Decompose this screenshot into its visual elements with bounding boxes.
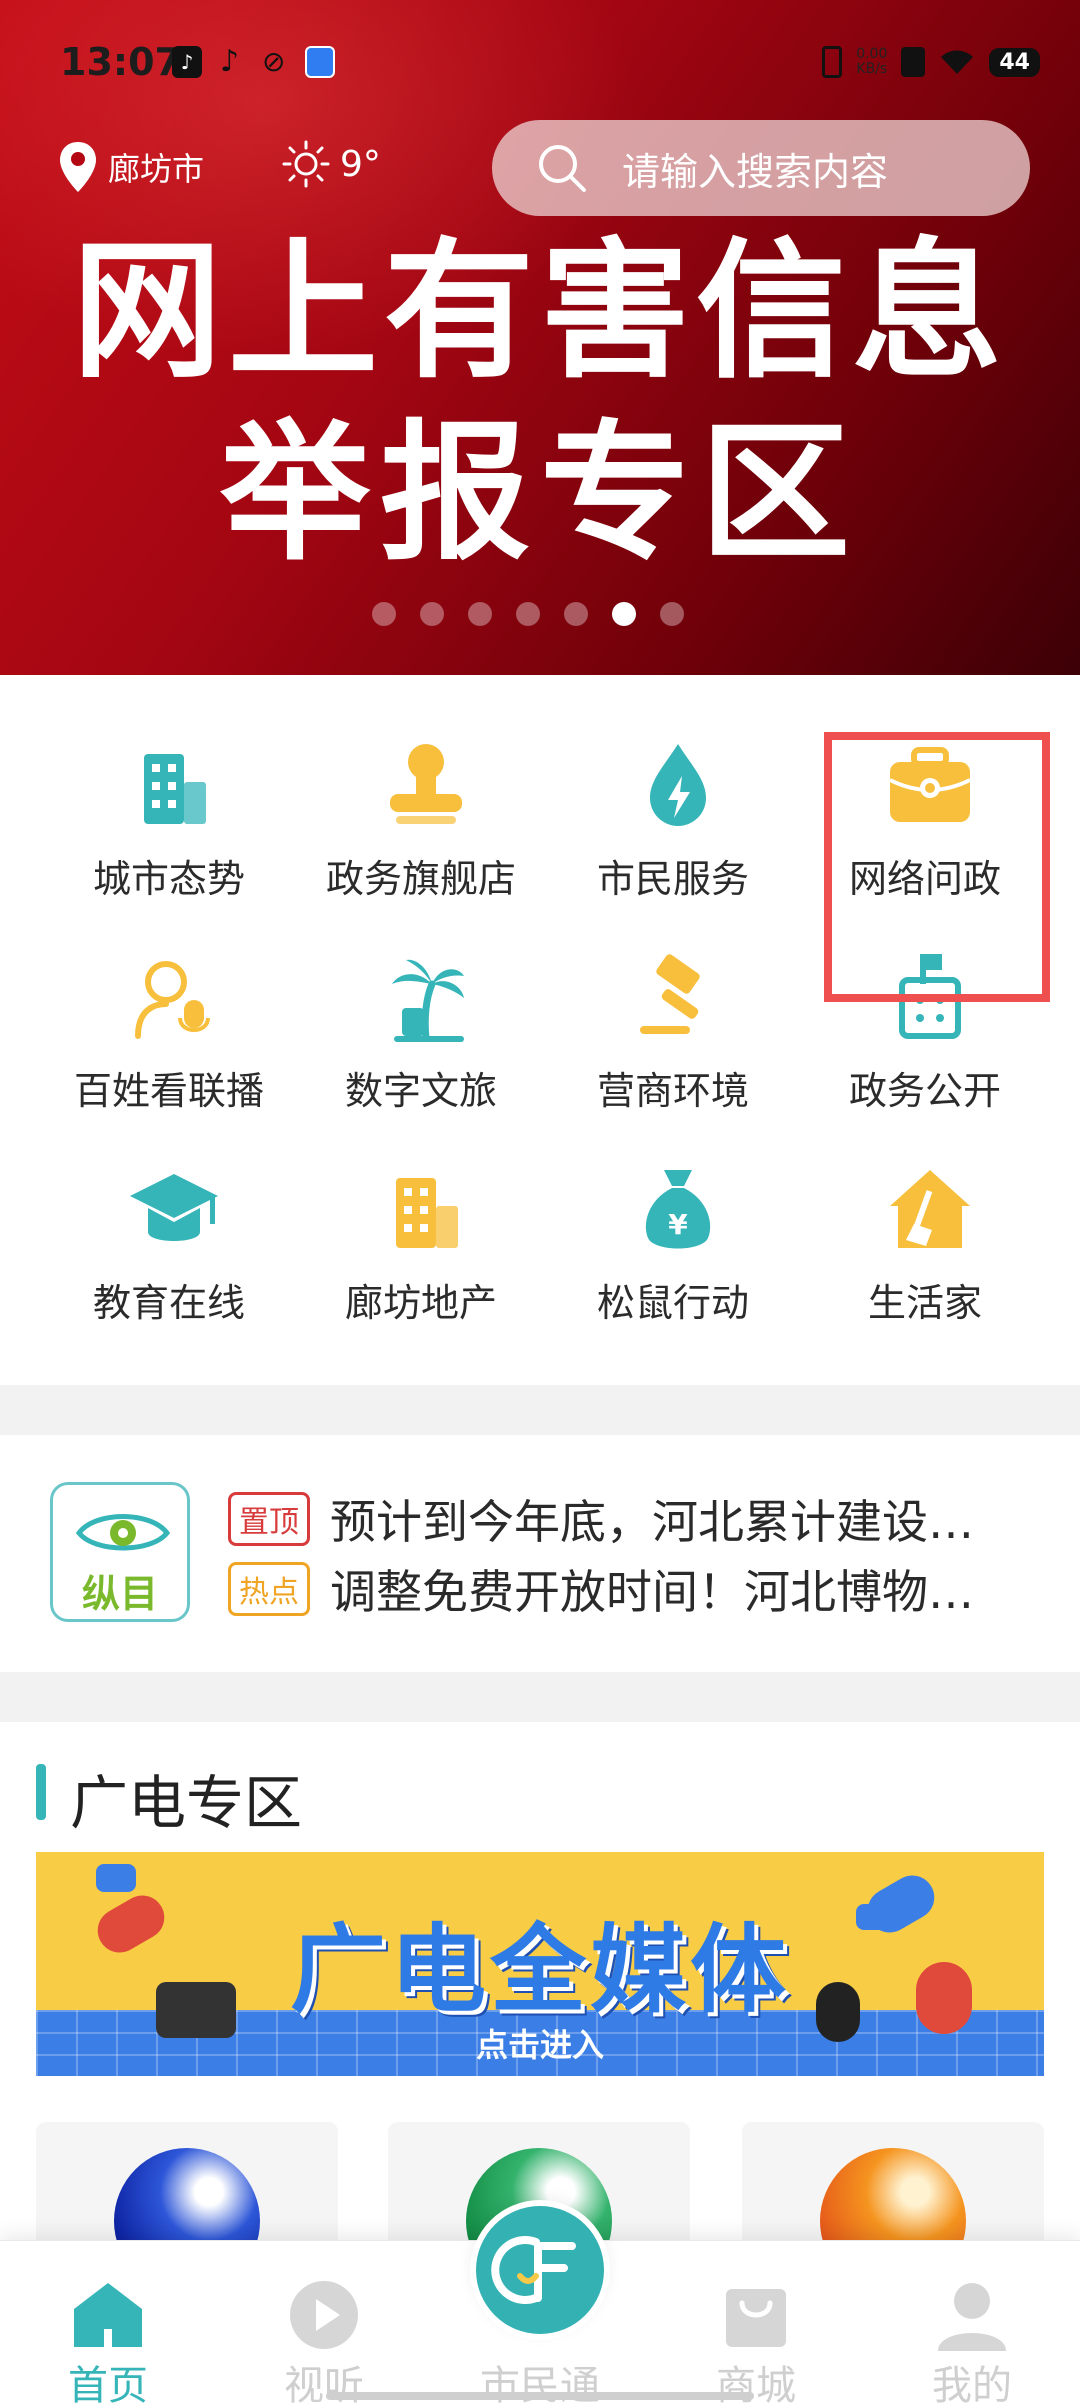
pagination-dot <box>660 602 684 626</box>
wifi-icon <box>941 50 974 74</box>
app-notification-icon: ⊘ <box>262 45 286 78</box>
house-broom-icon <box>890 1170 970 1248</box>
pagination-dot <box>420 602 444 626</box>
person-mic-icon <box>135 961 210 1039</box>
sun-icon <box>282 140 330 188</box>
tab-mall[interactable]: 商城 <box>648 2241 864 2408</box>
promo-title: 广电全媒体 <box>290 1914 790 2026</box>
tab-home[interactable]: 首页 <box>0 2241 216 2408</box>
home-indicator <box>326 2392 754 2400</box>
tab-label: 首页 <box>68 2363 148 2408</box>
battery-indicator: 44 <box>989 47 1040 77</box>
banner-pagination <box>372 602 684 626</box>
location-pin-icon <box>60 142 96 192</box>
service-item[interactable]: 廊坊地产 <box>286 1144 556 1344</box>
service-item[interactable]: 政务旗舰店 <box>286 720 556 920</box>
status-bar: 13:07 ♪ ♪ ⊘ 0.00 KB/s 44 <box>0 0 1080 128</box>
app-badge-icon <box>305 46 335 78</box>
service-label: 营商环境 <box>596 1069 749 1113</box>
status-right-group: 0.00 KB/s 44 <box>822 42 1040 82</box>
service-item[interactable]: 数字文旅 <box>286 932 556 1132</box>
tiktok-notification-icon: ♪ <box>172 46 202 78</box>
hero-banner[interactable]: 13:07 ♪ ♪ ⊘ 0.00 KB/s 44 廊坊市 9° 请输入搜索内容 … <box>0 0 1080 675</box>
music-notification-icon: ♪ <box>220 44 240 79</box>
home-icon <box>74 2283 142 2347</box>
promo-subtitle: 点击进入 <box>475 2026 604 2064</box>
play-icon <box>290 2281 358 2349</box>
service-label: 廊坊地产 <box>344 1281 497 1325</box>
sim-icon <box>901 47 926 77</box>
service-item[interactable]: 市民服务 <box>538 720 808 920</box>
search-placeholder: 请输入搜索内容 <box>622 149 889 194</box>
search-icon <box>539 145 586 192</box>
pagination-dot <box>612 602 636 626</box>
service-item[interactable]: ¥ 松鼠行动 <box>538 1144 808 1344</box>
temperature: 9° <box>340 143 381 185</box>
pagination-dot <box>372 602 396 626</box>
pagination-dot <box>516 602 540 626</box>
service-label: 数字文旅 <box>344 1069 497 1113</box>
eye-icon <box>75 1514 171 1551</box>
highlight-box <box>824 732 1050 1002</box>
city-name: 廊坊市 <box>108 150 205 188</box>
news-headline: 预计到今年底，河北累计建设… <box>330 1495 974 1549</box>
service-item[interactable]: 教育在线 <box>34 1144 304 1344</box>
section-title: 广电专区 <box>70 1769 303 1837</box>
service-item[interactable]: 营商环境 <box>538 932 808 1132</box>
vibrate-icon <box>822 46 843 78</box>
tab-label: 我的 <box>932 2363 1012 2408</box>
service-label: 城市态势 <box>92 857 245 901</box>
banner-title-line2: 举报专区 <box>219 407 860 581</box>
location-selector[interactable]: 廊坊市 <box>58 140 204 194</box>
stamp-icon <box>390 744 462 824</box>
section-accent-bar <box>36 1764 46 1820</box>
tab-profile[interactable]: 我的 <box>864 2241 1080 2408</box>
svg-text:¥: ¥ <box>668 1208 688 1241</box>
user-icon <box>938 2283 1006 2351</box>
graduation-cap-icon <box>130 1174 218 1241</box>
status-time: 13:07 <box>60 40 181 84</box>
pagination-dot <box>468 602 492 626</box>
hot-tag: 热点 <box>228 1562 310 1616</box>
service-label: 市民服务 <box>596 857 749 901</box>
citizen-pass-button[interactable] <box>470 2200 610 2340</box>
building-icon <box>396 1178 458 1248</box>
tab-media[interactable]: 视听 <box>216 2241 432 2408</box>
chat-bubble-icon <box>96 1864 136 1892</box>
service-item[interactable]: 城市态势 <box>34 720 304 920</box>
net-speed: 0.00 KB/s <box>856 46 888 77</box>
palm-tree-icon <box>392 959 464 1042</box>
section-divider <box>0 1385 1080 1435</box>
zongmu-logo[interactable]: 纵目 <box>50 1482 190 1622</box>
news-item[interactable]: 热点 调整免费开放时间！河北博物… <box>228 1556 974 1622</box>
service-label: 生活家 <box>867 1281 982 1325</box>
news-headline: 调整免费开放时间！河北博物… <box>330 1565 974 1619</box>
shopping-bag-icon <box>726 2289 786 2347</box>
pagination-dot <box>564 602 588 626</box>
promo-banner[interactable]: 广电全媒体 点击进入 <box>36 1852 1044 2076</box>
service-item[interactable]: 百姓看联播 <box>34 932 304 1132</box>
service-label: 教育在线 <box>92 1281 245 1325</box>
section-divider <box>0 1672 1080 1722</box>
weather-widget[interactable]: 9° <box>282 140 381 188</box>
zongmu-label: 纵目 <box>81 1572 158 1616</box>
service-label: 松鼠行动 <box>596 1281 749 1325</box>
cf-logo-icon <box>476 2206 604 2334</box>
news-item[interactable]: 置顶 预计到今年底，河北累计建设… <box>228 1486 974 1552</box>
building-icon <box>144 754 206 824</box>
money-bag-icon: ¥ <box>645 1170 711 1249</box>
lightning-drop-icon <box>650 744 706 826</box>
service-item[interactable]: 生活家 <box>790 1144 1060 1344</box>
service-label: 政务公开 <box>848 1069 1001 1113</box>
pinned-tag: 置顶 <box>228 1492 310 1546</box>
service-label: 政务旗舰店 <box>325 857 516 901</box>
service-label: 百姓看联播 <box>73 1069 264 1113</box>
gavel-icon <box>640 954 700 1034</box>
